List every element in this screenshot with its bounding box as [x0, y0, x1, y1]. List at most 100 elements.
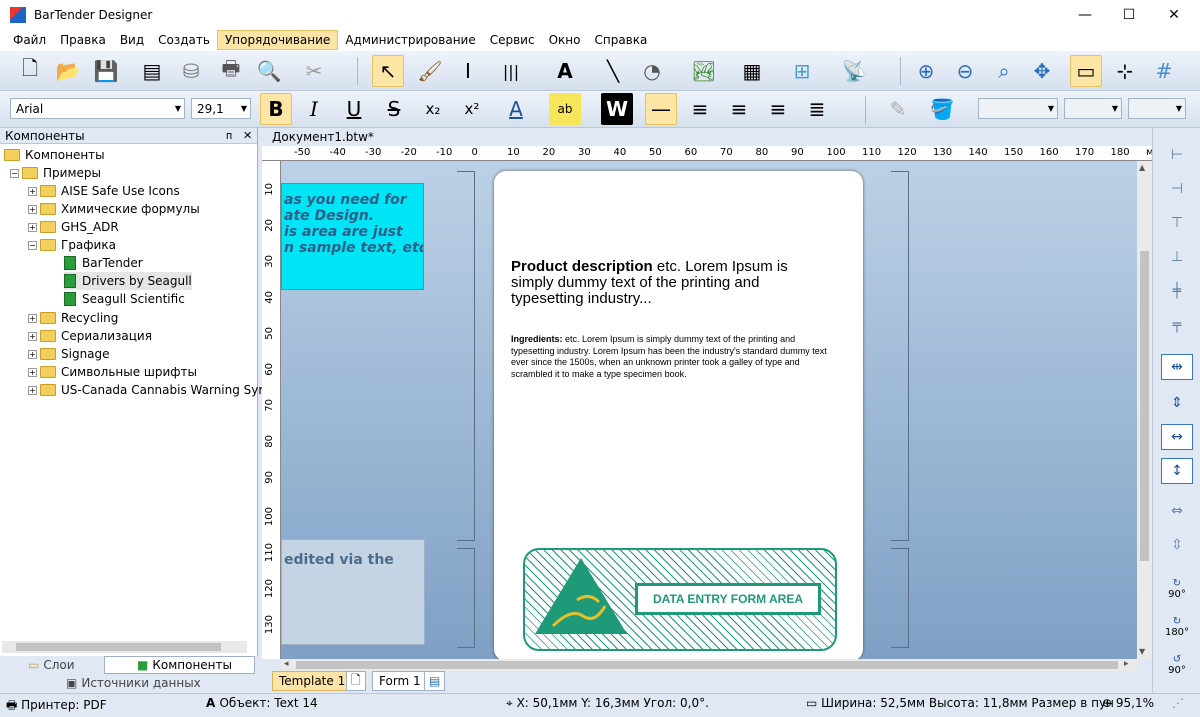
table-icon[interactable]: ▦ [736, 55, 768, 87]
scroll-left-icon[interactable]: ◂ [284, 659, 289, 669]
gray-text-box[interactable]: edited via the [281, 539, 425, 645]
data-entry-form-area[interactable]: DATA ENTRY FORM AREA [523, 548, 837, 651]
scroll-right-icon[interactable]: ▸ [1124, 659, 1129, 669]
text-cursor-icon[interactable]: I [452, 55, 484, 87]
tree-leaf[interactable]: Seagull Scientific [64, 290, 185, 308]
scroll-up-icon[interactable]: ▲ [1139, 163, 1145, 172]
expand-icon[interactable]: + [28, 367, 37, 377]
scroll-thumb[interactable] [296, 661, 1118, 669]
line-icon[interactable]: ╲ [597, 55, 629, 87]
expand-icon[interactable]: + [28, 331, 37, 341]
expand-icon[interactable]: + [28, 313, 37, 323]
align-middle-icon[interactable]: ╪ [1161, 278, 1193, 304]
align-top-icon[interactable]: ⊥ [1161, 244, 1193, 270]
distribute-vertical-icon[interactable]: ⇕ [1161, 390, 1193, 416]
same-height-icon[interactable]: ⇳ [1161, 532, 1193, 558]
scroll-thumb[interactable] [16, 643, 221, 651]
justify-icon[interactable]: ≣ [801, 93, 833, 125]
tree-item[interactable]: + US-Canada Cannabis Warning Syml [28, 381, 273, 399]
add-template-icon[interactable]: 🗋 [346, 671, 366, 691]
align-none-icon[interactable]: — [645, 93, 677, 125]
tree-item[interactable]: + GHS_ADR [28, 218, 119, 236]
text-object-icon[interactable]: A [549, 55, 581, 87]
tree-item[interactable]: + Символьные шрифты [28, 363, 197, 381]
tree-root[interactable]: Компоненты [4, 146, 105, 164]
rotate-90-ccw-button[interactable]: ↺ 90° [1161, 648, 1193, 682]
tree-leaf[interactable]: BarTender [64, 254, 143, 272]
ruler-toggle-icon[interactable]: ▭ [1070, 55, 1102, 87]
align-bottom-icon[interactable]: ╤ [1161, 312, 1193, 338]
print-preview-icon[interactable]: 🔍 [253, 55, 285, 87]
line-style-select[interactable]: ▼ [1064, 98, 1122, 119]
sample-text-box[interactable]: as you need for ate Design. is area are … [281, 183, 424, 290]
center-horizontal-icon[interactable]: ↔ [1161, 424, 1193, 450]
shape-icon[interactable]: ◔ [636, 55, 668, 87]
menu-create[interactable]: Создать [151, 31, 217, 49]
menu-admin[interactable]: Администрирование [338, 31, 482, 49]
zoom-in-icon[interactable]: ⊕ [910, 55, 942, 87]
maximize-button[interactable]: ☐ [1106, 0, 1152, 29]
product-description-text[interactable]: Product description etc. Lorem Ipsum is … [511, 259, 831, 307]
highlight-icon[interactable]: ab [549, 93, 581, 125]
align-right-icon[interactable]: ≡ [762, 93, 794, 125]
align-center-icon[interactable]: ≡ [723, 93, 755, 125]
document-tab[interactable]: Документ1.btw* [262, 128, 1152, 146]
new-document-icon[interactable]: 🗋 [14, 55, 46, 87]
cut-icon[interactable]: ✂ [298, 55, 330, 87]
collapse-icon[interactable]: − [28, 240, 37, 250]
expand-icon[interactable]: + [28, 222, 37, 232]
tree-item-graphics[interactable]: − Графика [28, 236, 116, 254]
menu-tools[interactable]: Сервис [483, 31, 542, 49]
select-pointer-icon[interactable]: ↖ [372, 55, 404, 87]
line-color-icon[interactable]: ✎ [882, 93, 914, 125]
collapse-icon[interactable]: − [10, 168, 19, 178]
resize-grip-icon[interactable]: ⋰ [1172, 696, 1184, 710]
tree-leaf-selected[interactable]: Drivers by Seagull [64, 272, 192, 290]
tree-item[interactable]: + Химические формулы [28, 200, 200, 218]
menu-help[interactable]: Справка [587, 31, 654, 49]
tab-layers[interactable]: ▭ Слои [28, 656, 75, 674]
underline-icon[interactable]: U [338, 93, 370, 125]
ingredients-text[interactable]: Ingredients: etc. Lorem Ipsum is simply … [511, 334, 841, 380]
tree-item-examples[interactable]: − Примеры [10, 164, 101, 182]
rotate-90-button[interactable]: ↻ 90° [1161, 572, 1193, 606]
expand-icon[interactable]: + [28, 349, 37, 359]
grid-toggle-icon[interactable]: # [1148, 55, 1180, 87]
tree-item[interactable]: + Signage [28, 345, 110, 363]
picture-icon[interactable]: 🏞 [688, 55, 720, 87]
label-template[interactable]: Product description etc. Lorem Ipsum is … [494, 171, 863, 659]
pin-icon[interactable]: ᴨ [226, 129, 232, 142]
rfid-icon[interactable]: 📡 [838, 55, 870, 87]
close-button[interactable]: ✕ [1151, 0, 1197, 29]
menu-view[interactable]: Вид [113, 31, 151, 49]
align-left-edges-icon[interactable]: ⊢ [1161, 142, 1193, 168]
minimize-button[interactable]: — [1062, 0, 1108, 29]
save-icon[interactable]: 💾 [90, 55, 122, 87]
same-width-icon[interactable]: ⇔ [1161, 498, 1193, 524]
fill-color-icon[interactable]: 🪣 [926, 93, 958, 125]
page-setup-icon[interactable]: ▤ [136, 55, 168, 87]
tab-template-1[interactable]: Template 1 [272, 671, 353, 691]
horizontal-scrollbar[interactable]: ◂ ▸ [281, 659, 1137, 671]
tree-item[interactable]: + Сериализация [28, 327, 152, 345]
expand-icon[interactable]: + [28, 186, 37, 196]
center-vertical-icon[interactable]: ↕ [1161, 458, 1193, 484]
rotate-180-button[interactable]: ↻ 180° [1161, 610, 1193, 644]
tree-item[interactable]: + AISE Safe Use Icons [28, 182, 180, 200]
tab-components[interactable]: ■ Компоненты [104, 656, 255, 674]
print-icon[interactable]: 🖶 [215, 55, 247, 87]
menu-file[interactable]: Файл [6, 31, 53, 49]
font-size-select[interactable]: 29,1 ▼ [191, 98, 251, 119]
scroll-down-icon[interactable]: ▼ [1139, 647, 1145, 656]
align-centers-icon[interactable]: ⊣ [1161, 176, 1193, 202]
inverse-text-icon[interactable]: W [601, 93, 633, 125]
add-form-icon[interactable]: ▤ [424, 671, 446, 691]
design-canvas[interactable]: as you need for ate Design. is area are … [281, 161, 1137, 659]
zoom-fit-icon[interactable]: ⌕ [988, 55, 1020, 87]
expand-icon[interactable]: + [28, 385, 37, 395]
vertical-scrollbar[interactable]: ▲ ▼ [1137, 161, 1152, 659]
font-color-icon[interactable]: A [500, 93, 532, 125]
strikethrough-icon[interactable]: S [378, 93, 410, 125]
font-family-select[interactable]: Arial ▼ [10, 98, 185, 119]
italic-icon[interactable]: I [298, 93, 330, 125]
